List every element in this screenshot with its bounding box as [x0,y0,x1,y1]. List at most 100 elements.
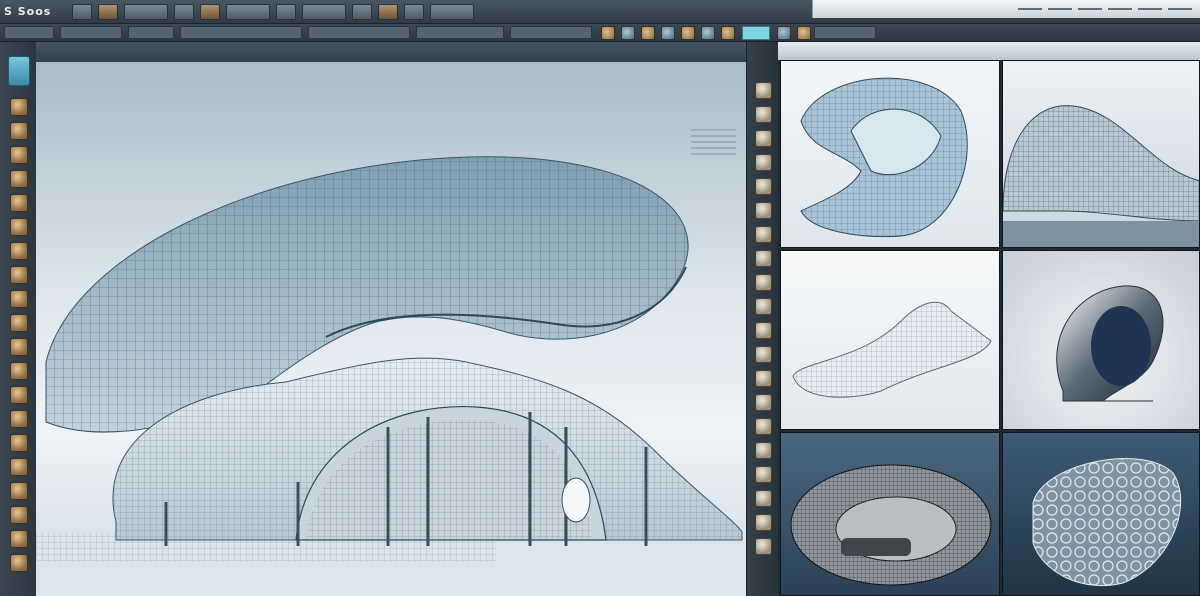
scene-icon[interactable] [755,322,772,339]
render-tool-icon[interactable] [10,554,28,572]
object-button[interactable] [226,3,271,20]
active-layer-button[interactable] [742,25,770,40]
proportional-field[interactable] [308,26,410,39]
bevel-tool-icon[interactable] [10,266,28,284]
render-settings-icon[interactable] [755,370,772,387]
shading-field[interactable] [510,26,592,39]
bone-icon[interactable] [755,514,772,531]
status-dash [1018,8,1042,10]
collection-icon[interactable] [755,442,772,459]
world-icon[interactable] [755,346,772,363]
solid-shading-icon[interactable] [601,25,615,40]
add-button[interactable] [200,3,221,20]
rendered-view-icon[interactable] [661,25,675,40]
gizmo-icon[interactable] [701,25,715,40]
modifier-icon[interactable] [755,202,772,219]
select-button[interactable] [174,3,195,20]
oval-dish-model [790,464,992,586]
thumb-shoe-form[interactable] [780,250,1000,430]
status-dash [1078,8,1102,10]
constraint-icon[interactable] [755,226,772,243]
snap-field[interactable] [180,26,302,39]
light-data-icon[interactable] [755,490,772,507]
bridge-tool-icon[interactable] [10,290,28,308]
status-dash [1138,8,1162,10]
window-button[interactable] [378,3,399,20]
properties-strip [746,42,780,596]
workspace-button[interactable] [430,3,475,20]
extrude-tool-icon[interactable] [10,194,28,212]
light-tool-icon[interactable] [10,530,28,548]
texture-icon[interactable] [755,130,772,147]
rotate-tool-icon[interactable] [10,122,28,140]
status-panel [812,0,1200,18]
overlay-field[interactable] [416,26,504,39]
snap-tool-icon[interactable] [10,458,28,476]
sculpt-tool-icon[interactable] [10,338,28,356]
chrome-hood-model [1056,285,1164,402]
layer-visibility-icon[interactable] [797,25,811,40]
grab-tool-icon[interactable] [10,362,28,380]
thumb-chrome-hood[interactable] [1002,250,1200,430]
shoe-form-model [792,301,992,398]
status-dash [1048,8,1072,10]
help-button[interactable] [404,3,425,20]
thumb-oval-dish[interactable] [780,432,1000,596]
object-icon[interactable] [755,178,772,195]
tool-options-bar [0,24,1200,42]
orientation-field[interactable] [128,26,174,39]
edit-button[interactable] [98,3,119,20]
mesh-button[interactable] [276,3,297,20]
loop-tool-icon[interactable] [10,218,28,236]
particle-icon[interactable] [755,274,772,291]
camera-data-icon[interactable] [755,466,772,483]
view-button[interactable] [124,3,169,20]
thumb-wave-canopy[interactable] [1002,60,1200,248]
layer-icon[interactable] [755,154,772,171]
layer-lock-icon[interactable] [777,25,791,40]
app-title: S Soos [4,5,52,18]
crease-tool-icon[interactable] [10,434,28,452]
data-icon[interactable] [755,250,772,267]
wave-canopy-model [1003,105,1199,247]
view-layer-icon[interactable] [755,418,772,435]
measure-tool-icon[interactable] [10,482,28,500]
search-field[interactable] [814,26,876,39]
mesh-tool-icon[interactable] [10,170,28,188]
move-tool-icon[interactable] [10,98,28,116]
inflate-tool-icon[interactable] [10,410,28,428]
pinch-tool-icon[interactable] [10,386,28,404]
wireframe-model [36,129,746,596]
physics-icon[interactable] [755,298,772,315]
material-preview-icon[interactable] [641,25,655,40]
file-button[interactable] [72,3,93,20]
gallery-header [778,42,1200,60]
scale-tool-icon[interactable] [10,146,28,164]
modifier-button[interactable] [302,3,347,20]
left-toolbar [0,42,37,596]
menu-bar: S Soos [0,0,1200,24]
status-dash [1108,8,1132,10]
select-tool-icon[interactable] [8,56,30,86]
camera-tool-icon[interactable] [10,506,28,524]
asset-icon[interactable] [755,82,772,99]
pivot-field[interactable] [60,26,122,39]
status-dash [1168,8,1192,10]
wireframe-icon[interactable] [621,25,635,40]
overlay-icon[interactable] [721,25,735,40]
shape-key-icon[interactable] [755,538,772,555]
viewport-header [36,42,746,63]
thumb-curved-shell[interactable] [780,60,1000,248]
render-button[interactable] [352,3,373,20]
asset-gallery [778,42,1200,596]
mode-field[interactable] [4,26,54,39]
smooth-tool-icon[interactable] [10,314,28,332]
curved-shell-model [800,77,968,238]
thumb-lattice-ring[interactable] [1002,432,1200,596]
output-icon[interactable] [755,394,772,411]
3d-viewport[interactable] [36,62,746,596]
xray-icon[interactable] [681,25,695,40]
knife-tool-icon[interactable] [10,242,28,260]
material-icon[interactable] [755,106,772,123]
lattice-ring-model [1032,458,1182,587]
